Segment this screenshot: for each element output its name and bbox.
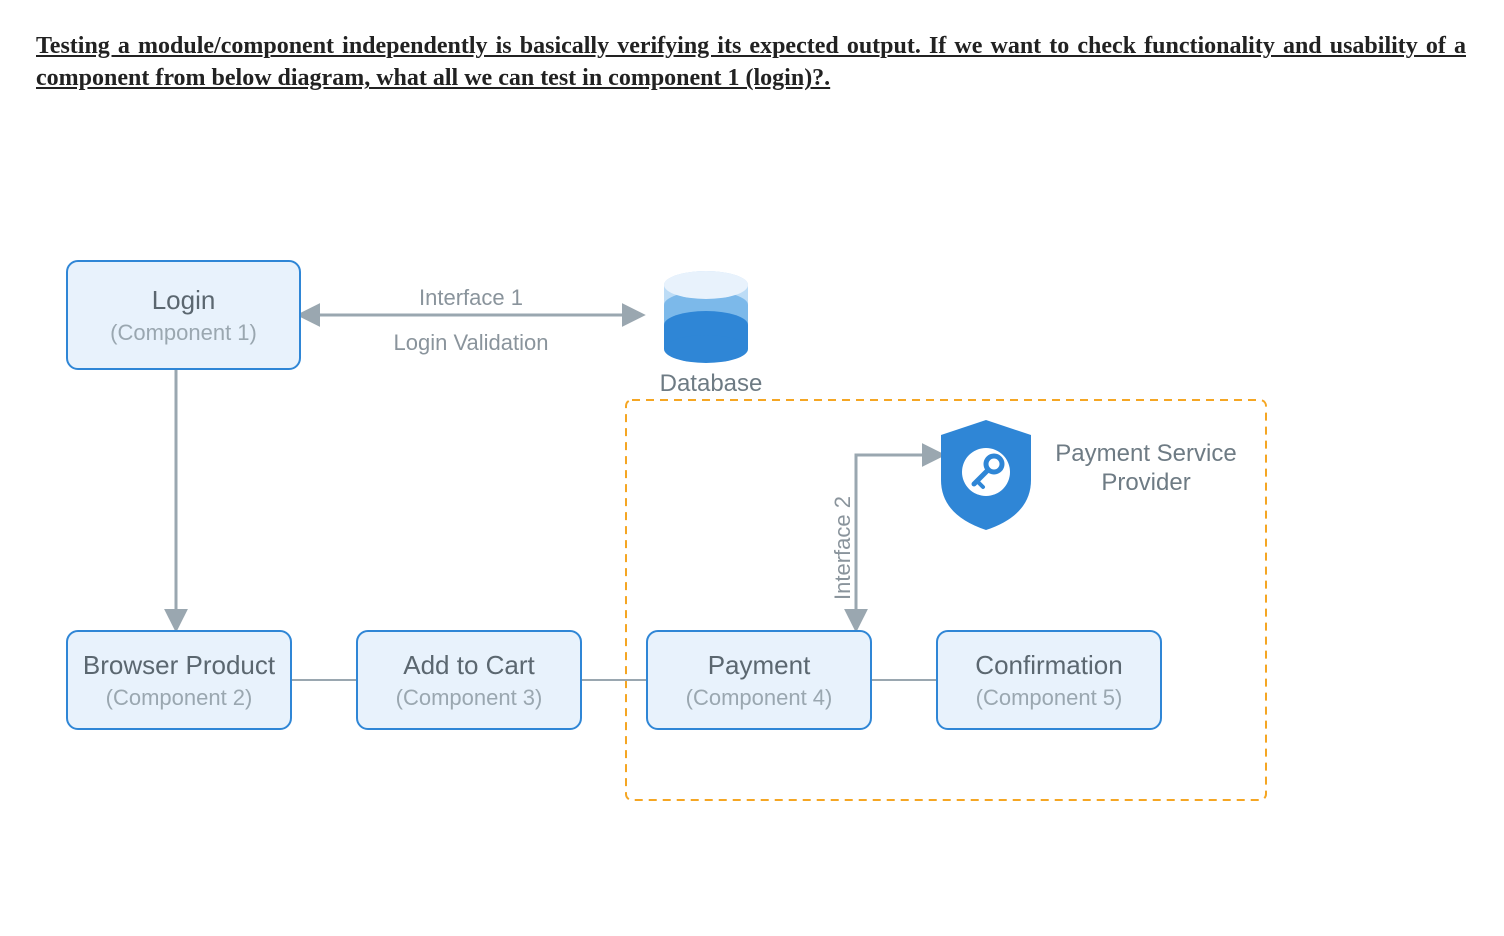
node-payment-title: Payment — [708, 650, 811, 681]
node-payment-sub: (Component 4) — [686, 685, 833, 711]
node-confirmation-sub: (Component 5) — [976, 685, 1123, 711]
database-icon — [664, 271, 748, 363]
shield-key-icon — [941, 420, 1031, 530]
node-browser-product-sub: (Component 2) — [106, 685, 253, 711]
node-confirmation: Confirmation (Component 5) — [936, 630, 1162, 730]
label-database: Database — [651, 370, 771, 398]
label-psp-line2: Provider — [1101, 469, 1190, 496]
question-heading: Testing a module/component independently… — [36, 30, 1466, 95]
label-interface1: Interface 1 — [361, 285, 581, 311]
node-add-to-cart-sub: (Component 3) — [396, 685, 543, 711]
node-login: Login (Component 1) — [66, 260, 301, 370]
label-psp: Payment Service Provider — [1041, 440, 1251, 498]
node-browser-product: Browser Product (Component 2) — [66, 630, 292, 730]
label-login-validation: Login Validation — [361, 330, 581, 356]
node-login-sub: (Component 1) — [110, 320, 257, 346]
label-interface2: Interface 2 — [830, 496, 856, 600]
node-login-title: Login — [152, 285, 216, 316]
diagram-area: Login (Component 1) Interface 1 Login Va… — [36, 230, 1316, 830]
label-psp-line1: Payment Service — [1055, 440, 1236, 467]
node-payment: Payment (Component 4) — [646, 630, 872, 730]
node-add-to-cart-title: Add to Cart — [403, 650, 535, 681]
node-add-to-cart: Add to Cart (Component 3) — [356, 630, 582, 730]
node-browser-product-title: Browser Product — [83, 650, 275, 681]
node-confirmation-title: Confirmation — [975, 650, 1122, 681]
edge-interface2-up — [856, 455, 941, 520]
